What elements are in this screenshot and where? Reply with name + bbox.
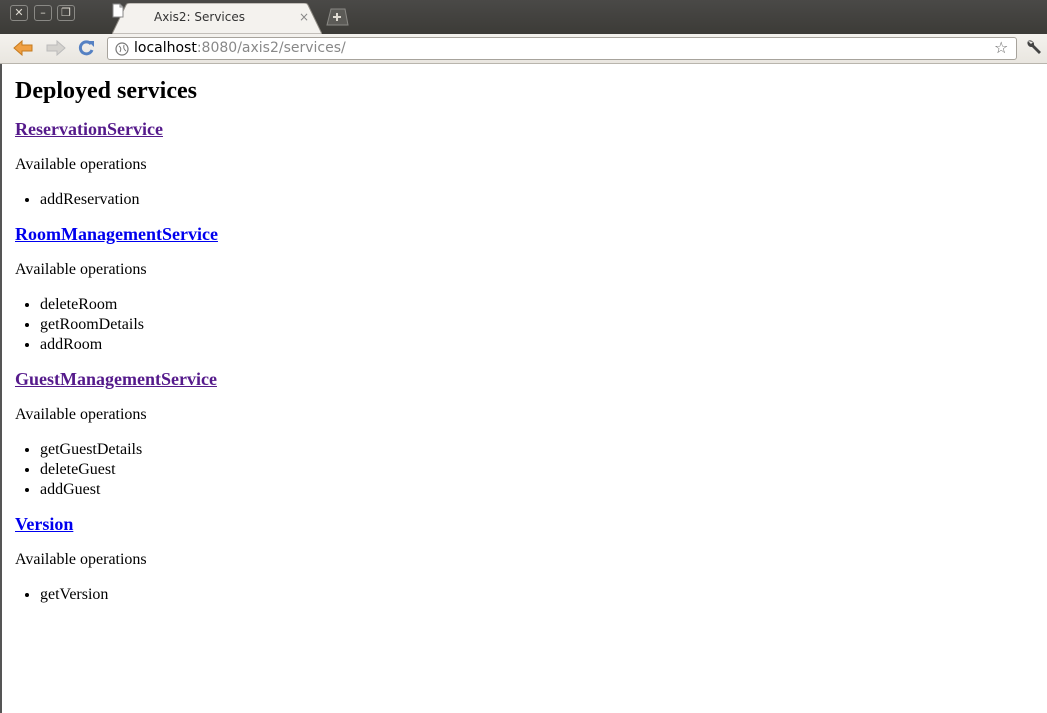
document-icon	[112, 3, 124, 18]
service-link[interactable]: Version	[15, 514, 73, 534]
service-heading: Version	[15, 514, 1035, 535]
service-link[interactable]: GuestManagementService	[15, 369, 217, 389]
service-heading: RoomManagementService	[15, 224, 1035, 245]
operation-item: addRoom	[40, 335, 1035, 355]
operation-item: deleteGuest	[40, 460, 1035, 480]
service-block: RoomManagementService Available operation…	[15, 224, 1035, 355]
address-bar[interactable]: localhost:8080/axis2/services/ ☆	[107, 37, 1017, 60]
service-link[interactable]: RoomManagementService	[15, 224, 218, 244]
close-window-icon[interactable]: ✕	[10, 5, 28, 21]
new-tab-icon[interactable]	[323, 8, 349, 26]
operations-label: Available operations	[15, 156, 147, 173]
operation-item: getVersion	[40, 585, 1035, 605]
operations-label: Available operations	[15, 406, 147, 423]
tab-close-icon[interactable]: ×	[299, 10, 309, 24]
service-block: GuestManagementService Available operatio…	[15, 369, 1035, 500]
forward-arrow-icon[interactable]	[46, 40, 66, 56]
operation-item: addReservation	[40, 190, 1035, 210]
operation-item: getGuestDetails	[40, 440, 1035, 460]
operation-item: getRoomDetails	[40, 315, 1035, 335]
operations-label: Available operations	[15, 551, 147, 568]
operations-list: addReservation	[15, 190, 1035, 210]
wrench-icon[interactable]	[1025, 38, 1043, 56]
window-left-border	[0, 64, 2, 713]
service-link[interactable]: ReservationService	[15, 119, 163, 139]
back-arrow-icon[interactable]	[13, 40, 33, 56]
maximize-window-icon[interactable]: ❐	[57, 5, 75, 21]
tab-title: Axis2: Services	[154, 10, 245, 24]
operations-label: Available operations	[15, 261, 147, 278]
browser-toolbar: localhost:8080/axis2/services/ ☆	[0, 34, 1047, 64]
bookmark-star-icon[interactable]: ☆	[994, 38, 1008, 57]
browser-tab[interactable]: Axis2: Services ×	[112, 3, 322, 34]
services-list: ReservationService Available operations ad…	[15, 119, 1035, 605]
operations-list: getVersion	[15, 585, 1035, 605]
operations-list: deleteRoomgetRoomDetailsaddRoom	[15, 295, 1035, 355]
service-block: Version Available operations getVersion	[15, 514, 1035, 605]
operation-item: addGuest	[40, 480, 1035, 500]
reload-icon[interactable]	[77, 39, 95, 57]
page-title: Deployed services	[15, 78, 197, 104]
page-content: Deployed services ReservationService Avai…	[15, 64, 1035, 605]
globe-icon	[115, 42, 129, 56]
operation-item: deleteRoom	[40, 295, 1035, 315]
service-heading: ReservationService	[15, 119, 1035, 140]
title-bar: ✕ – ❐ Axis2: Services ×	[0, 0, 1047, 34]
service-heading: GuestManagementService	[15, 369, 1035, 390]
url-text: localhost:8080/axis2/services/	[134, 40, 346, 56]
service-block: ReservationService Available operations ad…	[15, 119, 1035, 210]
minimize-window-icon[interactable]: –	[34, 5, 52, 21]
operations-list: getGuestDetailsdeleteGuestaddGuest	[15, 440, 1035, 500]
